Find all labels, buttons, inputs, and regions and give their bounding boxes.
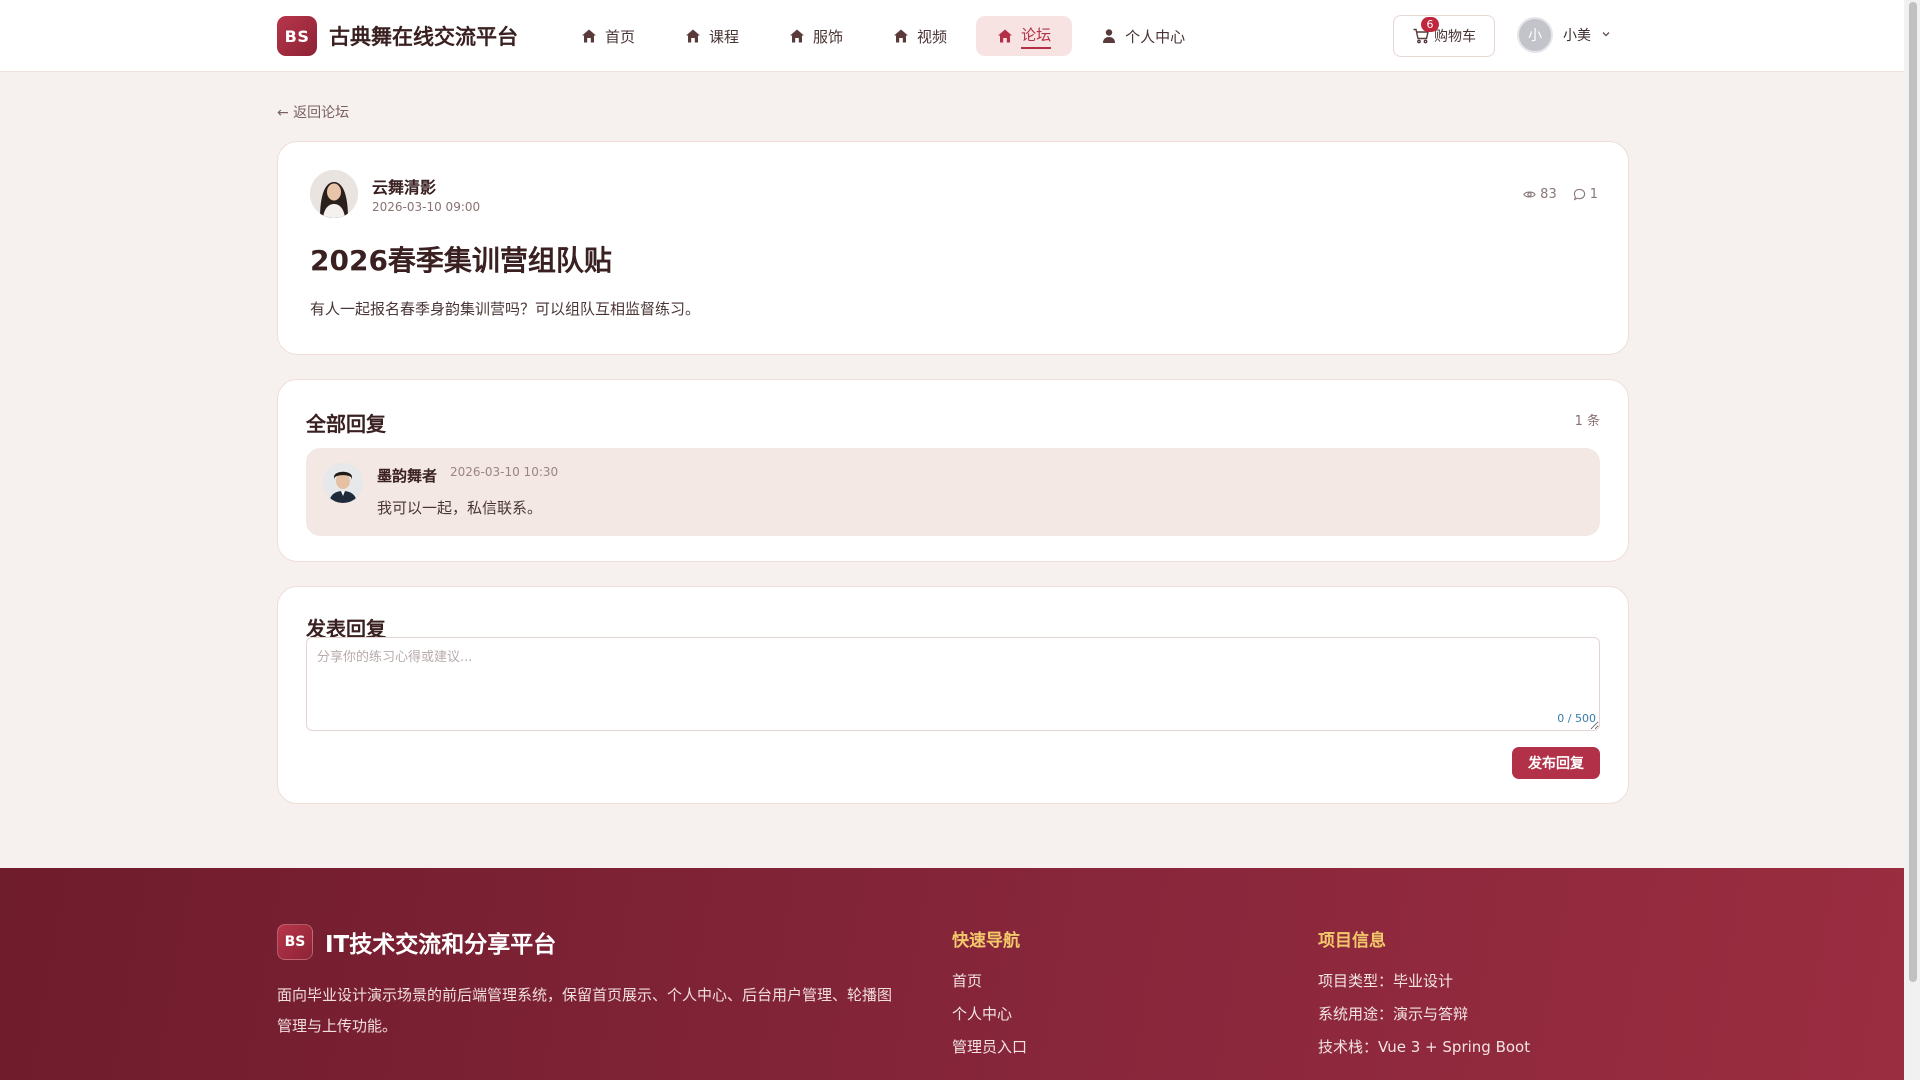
back-to-forum-link[interactable]: ← 返回论坛 <box>277 102 349 122</box>
chevron-down-icon <box>1601 28 1611 42</box>
cart-button[interactable]: 6 购物车 <box>1393 15 1495 57</box>
author-avatar[interactable] <box>310 170 358 218</box>
eye-icon <box>1523 191 1536 198</box>
nav-item-forum[interactable]: 论坛 <box>976 16 1073 56</box>
brand[interactable]: BS 古典舞在线交流平台 <box>277 16 518 56</box>
nav-item-videos[interactable]: 视频 <box>872 16 968 56</box>
footer-brand: BS IT技术交流和分享平台 <box>277 924 556 960</box>
footer-project-info: 项目信息 项目类型：毕业设计 系统用途：演示与答辩 技术栈：Vue 3 + Sp… <box>1318 926 1530 1070</box>
project-type: 项目类型：毕业设计 <box>1318 972 1454 990</box>
footer-quick-nav-title: 快速导航 <box>952 931 1020 951</box>
footer-quick-nav: 快速导航 首页 个人中心 管理员入口 <box>952 926 1027 1070</box>
post-card: 云舞清影 2026-03-10 09:00 83 1 2026春季集训营组队贴 … <box>277 141 1629 355</box>
footer-link-profile[interactable]: 个人中心 <box>952 1004 1027 1037</box>
footer-link-admin[interactable]: 管理员入口 <box>952 1037 1027 1070</box>
user-name: 小美 <box>1563 28 1591 44</box>
comments-count: 1 <box>1589 187 1598 202</box>
home-icon <box>581 28 597 44</box>
nav-item-home[interactable]: 首页 <box>560 16 656 56</box>
reply-textarea[interactable] <box>306 637 1600 731</box>
reply-time: 2026-03-10 10:30 <box>450 465 559 479</box>
submit-reply-button[interactable]: 发布回复 <box>1512 747 1600 779</box>
brand-logo: BS <box>277 16 317 56</box>
footer-brand-name: IT技术交流和分享平台 <box>325 932 557 958</box>
views-stat: 83 <box>1523 187 1557 202</box>
main-nav: 首页 课程 服饰 视频 论坛 个人中心 <box>560 16 1214 56</box>
home-icon <box>789 28 805 44</box>
reply-avatar[interactable] <box>323 463 363 503</box>
compose-card: 发表回复 0 / 500 发布回复 <box>277 586 1629 804</box>
replies-card: 全部回复 1 条 墨韵舞者 2026-03-10 10:30 我可以一起，私信联… <box>277 379 1629 562</box>
nav-item-costumes[interactable]: 服饰 <box>768 16 864 56</box>
post-author-name[interactable]: 云舞清影 <box>372 174 436 198</box>
project-tech-stack: 技术栈：Vue 3 + Spring Boot <box>1318 1038 1531 1056</box>
nav-item-label: 个人中心 <box>1125 27 1186 46</box>
replies-heading: 全部回复 <box>306 412 386 436</box>
scrollbar-thumb[interactable] <box>1909 2 1917 982</box>
top-header: BS 古典舞在线交流平台 首页 课程 服饰 视频 论坛 个人中心 6 购物车 小… <box>0 0 1904 72</box>
footer-logo: BS <box>277 924 313 960</box>
nav-item-label: 服饰 <box>813 27 844 46</box>
cart-label: 购物车 <box>1434 29 1476 45</box>
user-menu[interactable]: 小 小美 <box>1517 17 1611 53</box>
nav-item-label: 课程 <box>709 27 740 46</box>
cart-badge: 6 <box>1421 17 1439 32</box>
nav-item-label: 首页 <box>605 27 636 46</box>
nav-item-label: 论坛 <box>1021 24 1052 49</box>
comments-stat: 1 <box>1573 187 1598 202</box>
home-icon <box>997 28 1013 44</box>
comment-icon <box>1573 188 1585 201</box>
replies-count: 1 条 <box>1574 414 1600 429</box>
page-scrollbar[interactable] <box>1906 0 1920 1080</box>
reply-text: 我可以一起，私信联系。 <box>377 499 543 517</box>
brand-name: 古典舞在线交流平台 <box>329 25 518 49</box>
post-time: 2026-03-10 09:00 <box>372 200 481 214</box>
home-icon <box>893 28 909 44</box>
post-stats: 83 1 <box>1507 187 1598 202</box>
reply-item: 墨韵舞者 2026-03-10 10:30 我可以一起，私信联系。 <box>306 448 1600 536</box>
footer-description: 面向毕业设计演示场景的前后端管理系统，保留首页展示、个人中心、后台用户管理、轮播… <box>277 986 893 1035</box>
user-avatar: 小 <box>1517 17 1553 53</box>
site-footer: BS IT技术交流和分享平台 面向毕业设计演示场景的前后端管理系统，保留首页展示… <box>0 868 1904 1080</box>
user-icon <box>1101 28 1117 44</box>
footer-project-info-title: 项目信息 <box>1318 931 1386 951</box>
post-title: 2026春季集训营组队贴 <box>310 244 612 277</box>
project-purpose: 系统用途：演示与答辩 <box>1318 1005 1469 1023</box>
footer-link-home[interactable]: 首页 <box>952 971 1027 1004</box>
post-content: 有人一起报名春季身韵集训营吗？可以组队互相监督练习。 <box>310 300 701 318</box>
home-icon <box>685 28 701 44</box>
nav-item-label: 视频 <box>917 27 948 46</box>
char-counter: 0 / 500 <box>1557 712 1596 725</box>
views-count: 83 <box>1540 187 1557 202</box>
nav-item-courses[interactable]: 课程 <box>664 16 760 56</box>
nav-item-profile[interactable]: 个人中心 <box>1080 16 1206 56</box>
reply-author-name[interactable]: 墨韵舞者 <box>377 465 437 486</box>
